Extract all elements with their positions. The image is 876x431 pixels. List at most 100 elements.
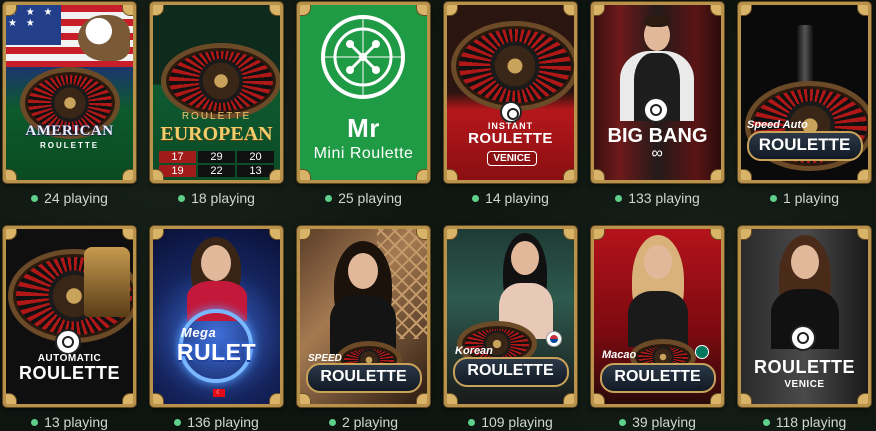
players-count-text: 136 playing	[187, 414, 259, 430]
players-count: 18 playing	[147, 189, 286, 207]
game-tile-roulette-venice[interactable]: ROULETTE VENICE 118 playing	[735, 226, 874, 431]
frame-corner	[563, 393, 574, 404]
frame-corner	[710, 169, 721, 180]
players-count-text: 39 playing	[632, 414, 696, 430]
game-tile-american-roulette[interactable]: ★ ★ ★ ★ ★ AMERICAN ROULETTE 24 playing	[0, 2, 139, 207]
game-card-frame[interactable]: Speed Auto ROULETTE	[738, 2, 871, 183]
frame-corner	[416, 229, 427, 240]
players-count: 39 playing	[588, 413, 727, 431]
board-number: 29	[198, 151, 235, 163]
online-dot-icon	[328, 418, 336, 426]
players-count: 13 playing	[0, 413, 139, 431]
game-card-frame[interactable]: Macao ROULETTE	[591, 226, 724, 407]
frame-corner	[416, 5, 427, 16]
frame-corner	[122, 169, 133, 180]
frame-corner	[153, 393, 164, 404]
host-head	[201, 245, 231, 281]
online-dot-icon	[472, 194, 480, 202]
players-count: 133 playing	[588, 189, 727, 207]
players-count: 136 playing	[147, 413, 286, 431]
frame-corner	[594, 393, 605, 404]
game-artwork: SPEED ROULETTE	[300, 229, 427, 404]
game-tile-macao-roulette[interactable]: Macao ROULETTE 39 playing	[588, 226, 727, 431]
frame-corner	[563, 229, 574, 240]
game-card-frame[interactable]: Mr Mini Roulette	[297, 2, 430, 183]
dealer-head	[511, 241, 539, 275]
game-card-frame[interactable]: Korean ROULETTE	[444, 226, 577, 407]
players-count-text: 133 playing	[628, 190, 700, 206]
roulette-wheel-graphic	[451, 21, 574, 111]
players-count-text: 109 playing	[481, 414, 553, 430]
game-title-plate: ROULETTE	[305, 363, 422, 393]
players-count-text: 25 playing	[338, 190, 402, 206]
game-artwork: ROULETTE EUROPEAN 17 29 20 19 22 13	[153, 5, 280, 180]
game-tile-automatic-roulette[interactable]: AUTOMATIC ROULETTE 13 playing	[0, 226, 139, 431]
players-count: 14 playing	[441, 189, 580, 207]
game-artwork: INSTANT ROULETTE VENICE	[447, 5, 574, 180]
game-tile-speed-roulette[interactable]: SPEED ROULETTE 2 playing	[294, 226, 433, 431]
frame-corner	[857, 5, 868, 16]
online-dot-icon	[174, 418, 182, 426]
game-logo-text: Mr	[347, 113, 380, 143]
roulette-outline-icon	[321, 15, 405, 99]
wheel-spindle-graphic	[797, 25, 813, 85]
game-title-main: ROULETTE	[468, 130, 553, 147]
game-title-main: RULET	[176, 339, 257, 365]
game-tile-mega-rulet[interactable]: Mega RULET ☾ 136 playing	[147, 226, 286, 431]
players-count: 25 playing	[294, 189, 433, 207]
roulette-wheel-graphic	[161, 43, 280, 119]
game-card-frame[interactable]: INSTANT ROULETTE VENICE	[444, 2, 577, 183]
game-card-frame[interactable]: ROULETTE VENICE	[738, 226, 871, 407]
game-title-sub: VENICE	[784, 379, 825, 390]
frame-corner	[710, 229, 721, 240]
game-card-frame[interactable]: BIG BANG ∞	[591, 2, 724, 183]
frame-corner	[269, 229, 280, 240]
venue-badge: VENICE	[487, 151, 537, 166]
game-title-sub: ∞	[651, 145, 664, 162]
game-tile-speed-auto-roulette[interactable]: Speed Auto ROULETTE 1 playing	[735, 2, 874, 207]
game-title-top: Mega	[181, 325, 217, 340]
game-title-top: Speed Auto	[747, 119, 808, 131]
players-count-text: 2 playing	[341, 414, 399, 430]
game-title-plate: ROULETTE	[746, 131, 863, 161]
board-number: 22	[198, 165, 235, 177]
online-dot-icon	[31, 194, 39, 202]
game-artwork: Mega RULET ☾	[153, 229, 280, 404]
frame-corner	[710, 393, 721, 404]
game-tile-mini-roulette[interactable]: Mr Mini Roulette 25 playing	[294, 2, 433, 207]
players-count-text: 1 playing	[782, 190, 840, 206]
game-artwork: Macao ROULETTE	[594, 229, 721, 404]
frame-corner	[416, 393, 427, 404]
frame-corner	[741, 393, 752, 404]
wheel-turret-graphic	[84, 247, 130, 317]
game-title-top: ROULETTE	[181, 111, 252, 122]
game-tile-european-roulette[interactable]: ROULETTE EUROPEAN 17 29 20 19 22 13 18 p…	[147, 2, 286, 207]
game-card-frame[interactable]: SPEED ROULETTE	[297, 226, 430, 407]
turkey-flag-icon: ☾	[213, 389, 225, 397]
players-count: 1 playing	[735, 189, 874, 207]
game-tile-instant-roulette[interactable]: INSTANT ROULETTE VENICE 14 playing	[441, 2, 580, 207]
players-count-text: 24 playing	[44, 190, 108, 206]
game-tile-big-bang[interactable]: BIG BANG ∞ 133 playing	[588, 2, 727, 207]
game-card-frame[interactable]: ROULETTE EUROPEAN 17 29 20 19 22 13	[150, 2, 283, 183]
board-number: 17	[159, 151, 196, 163]
game-card-frame[interactable]: ★ ★ ★ ★ ★ AMERICAN ROULETTE	[3, 2, 136, 183]
frame-corner	[269, 169, 280, 180]
game-artwork: Speed Auto ROULETTE	[741, 5, 868, 180]
frame-corner	[6, 169, 17, 180]
game-title-main: ROULETTE	[320, 368, 407, 385]
frame-corner	[710, 5, 721, 16]
game-card-frame[interactable]: Mega RULET ☾	[150, 226, 283, 407]
game-artwork: ★ ★ ★ ★ ★ AMERICAN ROULETTE	[6, 5, 133, 180]
frame-corner	[153, 169, 164, 180]
game-tile-korean-roulette[interactable]: Korean ROULETTE 109 playing	[441, 226, 580, 431]
game-artwork: AUTOMATIC ROULETTE	[6, 229, 133, 404]
online-dot-icon	[178, 194, 186, 202]
online-dot-icon	[615, 194, 623, 202]
online-dot-icon	[762, 418, 770, 426]
game-artwork: BIG BANG ∞	[594, 5, 721, 180]
game-card-frame[interactable]: AUTOMATIC ROULETTE	[3, 226, 136, 407]
players-count-text: 18 playing	[191, 190, 255, 206]
game-title-sub: ROULETTE	[39, 141, 100, 150]
players-count-text: 13 playing	[44, 414, 108, 430]
